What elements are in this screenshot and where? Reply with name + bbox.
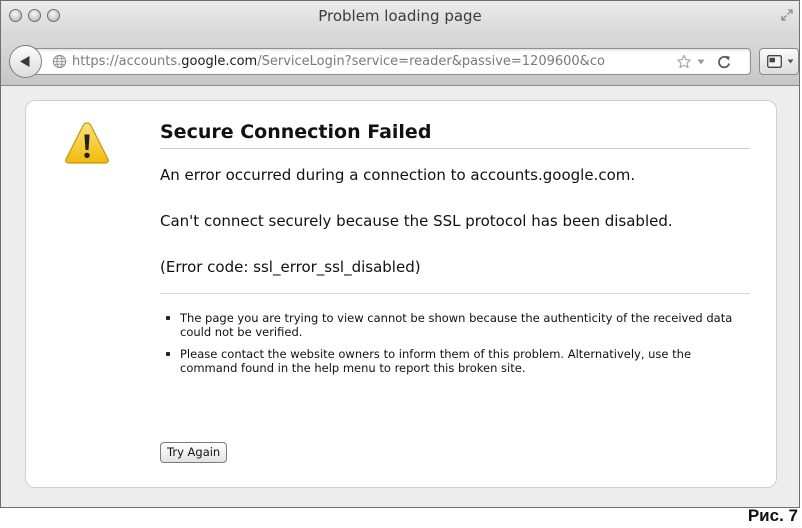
chevron-down-icon bbox=[787, 59, 794, 64]
list-item: The page you are trying to view cannot b… bbox=[166, 311, 750, 339]
url-text[interactable]: https://accounts.google.com/ServiceLogin… bbox=[72, 54, 668, 69]
error-card: Secure Connection Failed An error occurr… bbox=[25, 100, 777, 488]
back-button[interactable] bbox=[9, 45, 42, 78]
back-arrow-icon bbox=[20, 56, 30, 67]
error-detail: Can't connect securely because the SSL p… bbox=[160, 212, 673, 230]
title-divider bbox=[160, 148, 750, 149]
advice-list: The page you are trying to view cannot b… bbox=[160, 311, 750, 383]
error-code: (Error code: ssl_error_ssl_disabled) bbox=[160, 258, 421, 276]
figure-caption: Рис. 7 bbox=[747, 506, 798, 525]
navigation-toolbar: https://accounts.google.com/ServiceLogin… bbox=[1, 37, 799, 86]
list-item: Please contact the website owners to inf… bbox=[166, 347, 750, 375]
list-item-text: The page you are trying to view cannot b… bbox=[180, 311, 733, 339]
globe-icon bbox=[52, 54, 67, 69]
bullet-icon bbox=[166, 352, 170, 356]
url-path: /ServiceLogin?service=reader&passive=120… bbox=[257, 54, 605, 69]
history-dropdown-icon[interactable] bbox=[697, 59, 705, 65]
figure: Problem loading page https://accounts.go… bbox=[0, 0, 802, 528]
browser-window: Problem loading page https://accounts.go… bbox=[0, 0, 800, 508]
url-domain: google.com bbox=[181, 54, 258, 69]
error-description: An error occurred during a connection to… bbox=[160, 166, 636, 184]
url-bar[interactable]: https://accounts.google.com/ServiceLogin… bbox=[35, 48, 751, 75]
page-content: Secure Connection Failed An error occurr… bbox=[1, 86, 799, 507]
fullscreen-icon[interactable] bbox=[781, 9, 793, 21]
section-divider bbox=[160, 293, 750, 294]
window-title: Problem loading page bbox=[318, 7, 482, 25]
bookmark-star-icon[interactable] bbox=[676, 54, 692, 70]
error-title: Secure Connection Failed bbox=[160, 121, 432, 143]
list-item-text: Please contact the website owners to inf… bbox=[180, 347, 692, 375]
try-again-button[interactable]: Try Again bbox=[160, 442, 228, 463]
warning-triangle-icon bbox=[65, 122, 109, 164]
panel-menu-button[interactable] bbox=[759, 48, 799, 75]
bullet-icon bbox=[166, 316, 170, 320]
title-bar: Problem loading page bbox=[1, 1, 799, 37]
url-prefix: https://accounts. bbox=[72, 54, 182, 69]
reload-icon[interactable] bbox=[716, 54, 732, 70]
panel-icon bbox=[767, 55, 782, 68]
